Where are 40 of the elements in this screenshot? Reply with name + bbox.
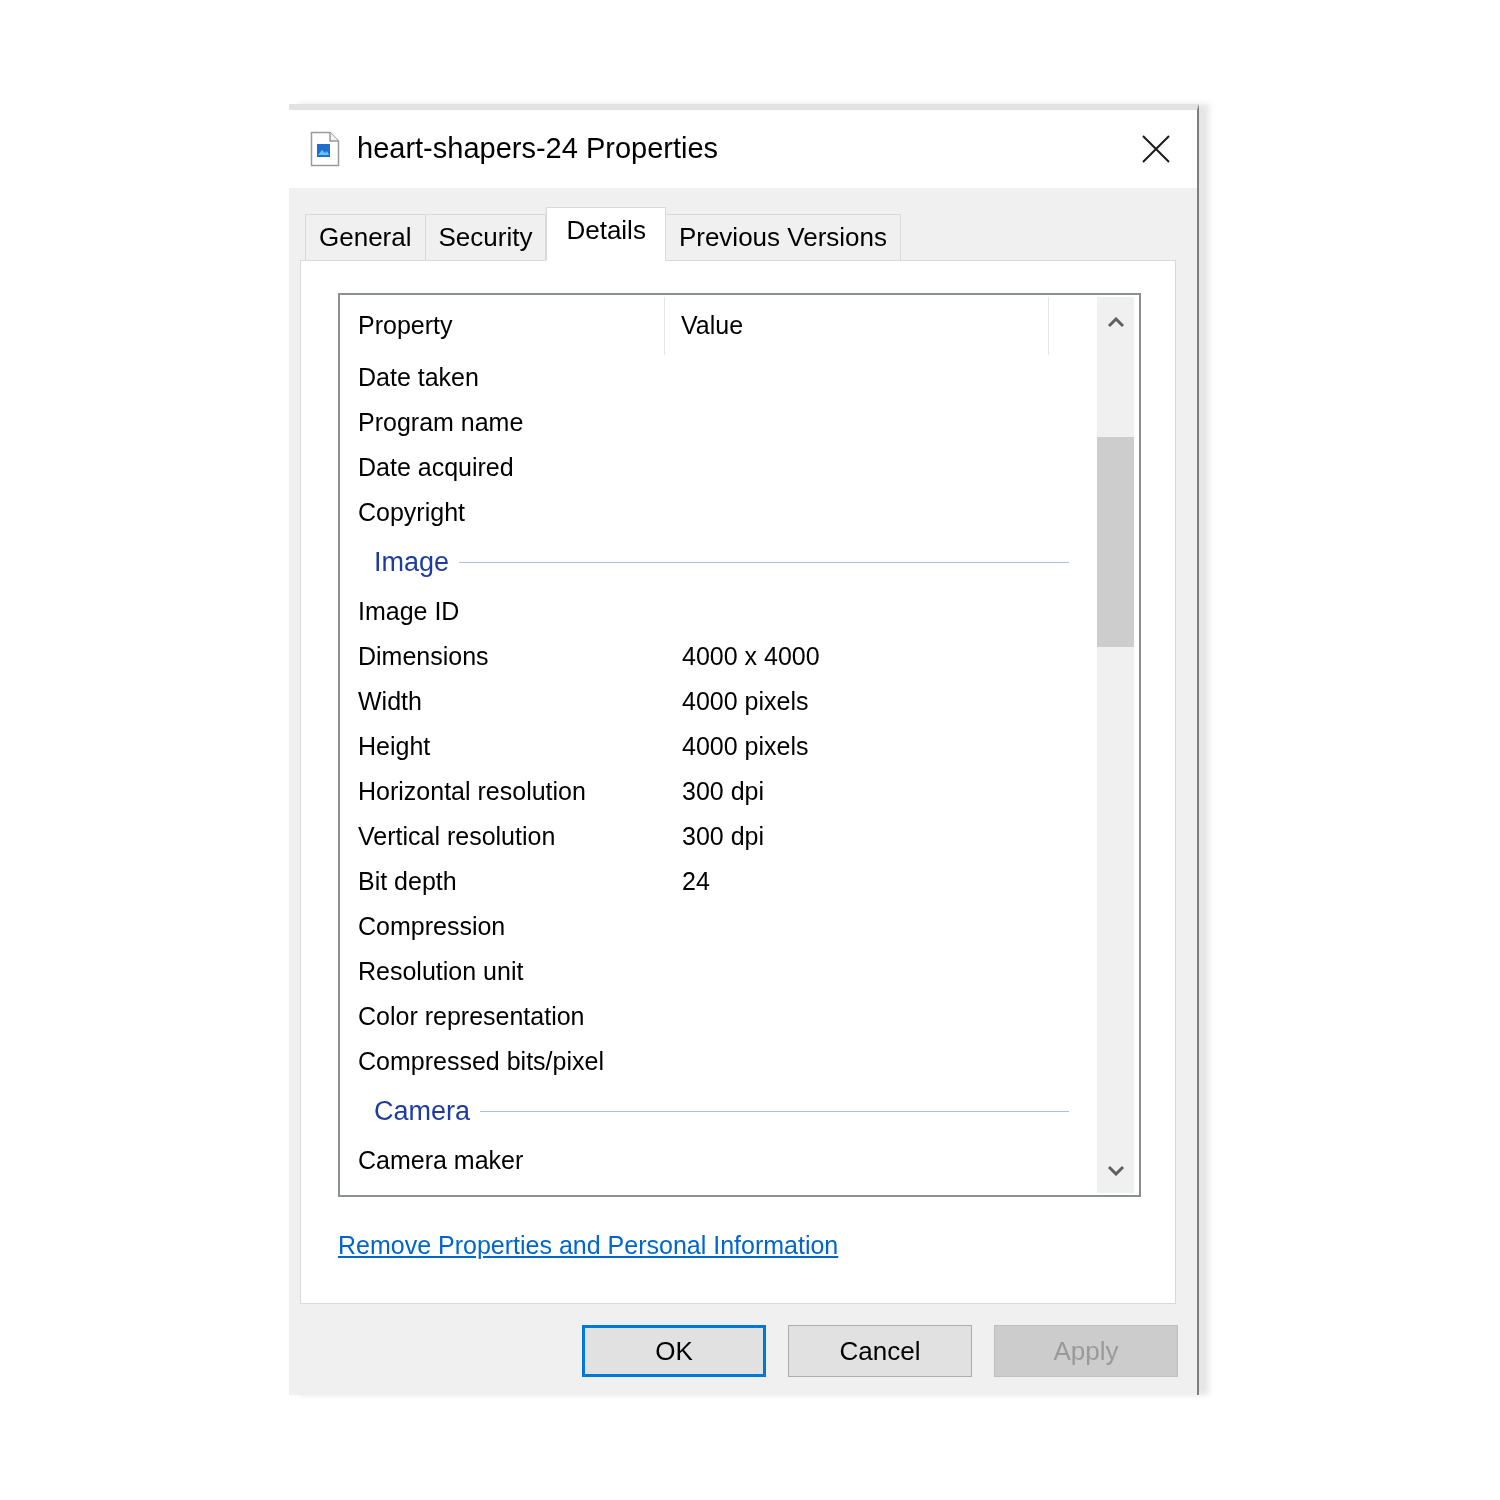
property-name: Program name (358, 406, 524, 438)
property-value: 300 dpi (682, 775, 765, 807)
property-name: Resolution unit (358, 955, 524, 987)
tab[interactable]: Details (546, 207, 666, 261)
property-name: Image ID (358, 595, 460, 627)
property-value: 24 (682, 865, 710, 897)
property-value: 4000 x 4000 (682, 640, 820, 672)
scrollbar[interactable] (1097, 297, 1134, 1193)
tab[interactable]: General (305, 214, 426, 260)
property-value: 300 dpi (682, 820, 765, 852)
property-name: Height (358, 730, 431, 762)
property-name: Width (358, 685, 422, 717)
tab[interactable]: Previous Versions (664, 214, 901, 260)
property-name: Bit depth (358, 865, 457, 897)
property-value: 4000 pixels (682, 730, 809, 762)
chevron-up-icon[interactable] (1106, 316, 1125, 328)
image-file-icon (310, 131, 340, 167)
chevron-down-icon[interactable] (1106, 1164, 1125, 1176)
property-name: Date acquired (358, 451, 514, 483)
property-value: 4000 pixels (682, 685, 809, 717)
property-name: Copyright (358, 496, 465, 528)
property-name: Camera maker (358, 1144, 524, 1176)
property-name: Vertical resolution (358, 820, 556, 852)
close-icon (1142, 135, 1170, 163)
window-title: heart-shapers-24 Properties (357, 131, 719, 167)
column-header[interactable]: Value (665, 297, 1049, 355)
tab[interactable]: Security (424, 214, 547, 260)
property-name: Date taken (358, 361, 479, 393)
dialog-button[interactable]: OK (582, 1325, 766, 1377)
group-heading: Camera (374, 1094, 471, 1128)
property-name: Compression (358, 910, 506, 942)
property-name: Dimensions (358, 640, 489, 672)
column-header[interactable]: Property (340, 297, 665, 355)
scrollbar-thumb[interactable] (1097, 437, 1134, 647)
property-name: Color representation (358, 1000, 585, 1032)
group-heading: Image (374, 545, 450, 579)
property-name: Compressed bits/pixel (358, 1045, 604, 1077)
dialog-button[interactable]: Cancel (788, 1325, 972, 1377)
remove-properties-link[interactable]: Remove Properties and Personal Information (338, 1231, 839, 1259)
property-name: Horizontal resolution (358, 775, 586, 807)
